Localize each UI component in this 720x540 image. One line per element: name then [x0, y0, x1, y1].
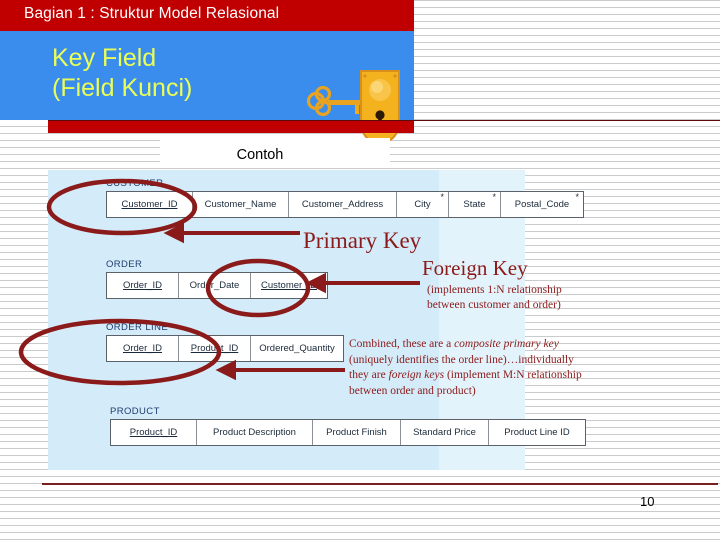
attribute-cell: Product_ID — [179, 336, 251, 361]
attribute-cell: Customer_Name — [193, 192, 289, 217]
entity-name: CUSTOMER — [106, 178, 164, 189]
attribute-cell: Standard Price — [401, 420, 489, 445]
attribute-cell: Product_ID — [111, 420, 197, 445]
attribute-cell: Order_ID — [107, 336, 179, 361]
header-accent-bar — [48, 121, 414, 133]
section-header-text: Bagian 1 : Struktur Model Relasional — [24, 5, 280, 22]
attribute-cell: Customer_ID — [261, 280, 317, 291]
entity-name: ORDER LINE — [106, 322, 169, 333]
attribute-cell: Product Finish — [313, 420, 401, 445]
attribute-cell: Customer_ID — [107, 192, 193, 217]
entity-name: ORDER — [106, 259, 143, 270]
entity-name: PRODUCT — [110, 406, 160, 417]
attribute-cell: State — [449, 192, 501, 217]
attribute-cell: Order_Date — [179, 273, 251, 298]
entity-attribute-row: Order_ID Order_Date Customer_ID — [106, 272, 328, 299]
entity-attribute-row: Customer_ID Customer_Name Customer_Address… — [106, 191, 584, 218]
attribute-cell: City — [397, 192, 449, 217]
entity-customer: CUSTOMER Customer_ID Customer_Name Customer… — [106, 178, 584, 218]
key-and-doorplate-artwork — [303, 70, 403, 146]
slide-canvas: Bagian 1 : Struktur Model Relasional Key… — [0, 0, 720, 540]
attribute-cell: Product Line ID — [504, 427, 570, 438]
page-number: 10 — [640, 494, 655, 509]
attribute-cell: Product Description — [197, 420, 313, 445]
example-caption: Contoh — [236, 147, 284, 163]
diagram-panel: CUSTOMER Customer_ID Customer_Name Customer… — [48, 170, 586, 470]
entity-order: ORDER Order_ID Order_Date Customer_ID — [106, 259, 328, 299]
entity-order-line: ORDER LINE Order_ID Product_ID Ordered_Quan… — [106, 322, 344, 362]
attribute-cell: Order_ID — [107, 273, 179, 298]
entity-product: PRODUCT Product_ID Product Description Prod… — [110, 406, 586, 446]
attribute-cell: Postal_Code — [501, 192, 583, 217]
footer-rule — [42, 483, 718, 485]
attribute-cell: Ordered_Quantity — [259, 343, 335, 354]
section-header-bar: Bagian 1 : Struktur Model Relasional — [0, 0, 414, 31]
entity-attribute-row: Product_ID Product Description Product Fin… — [110, 419, 586, 446]
attribute-cell: Customer_Address — [289, 192, 397, 217]
slide-title: Key Field (Field Kunci) — [52, 44, 193, 102]
entity-attribute-row: Order_ID Product_ID Ordered_Quantity — [106, 335, 344, 362]
slide-banner: Key Field (Field Kunci) — [0, 31, 414, 144]
